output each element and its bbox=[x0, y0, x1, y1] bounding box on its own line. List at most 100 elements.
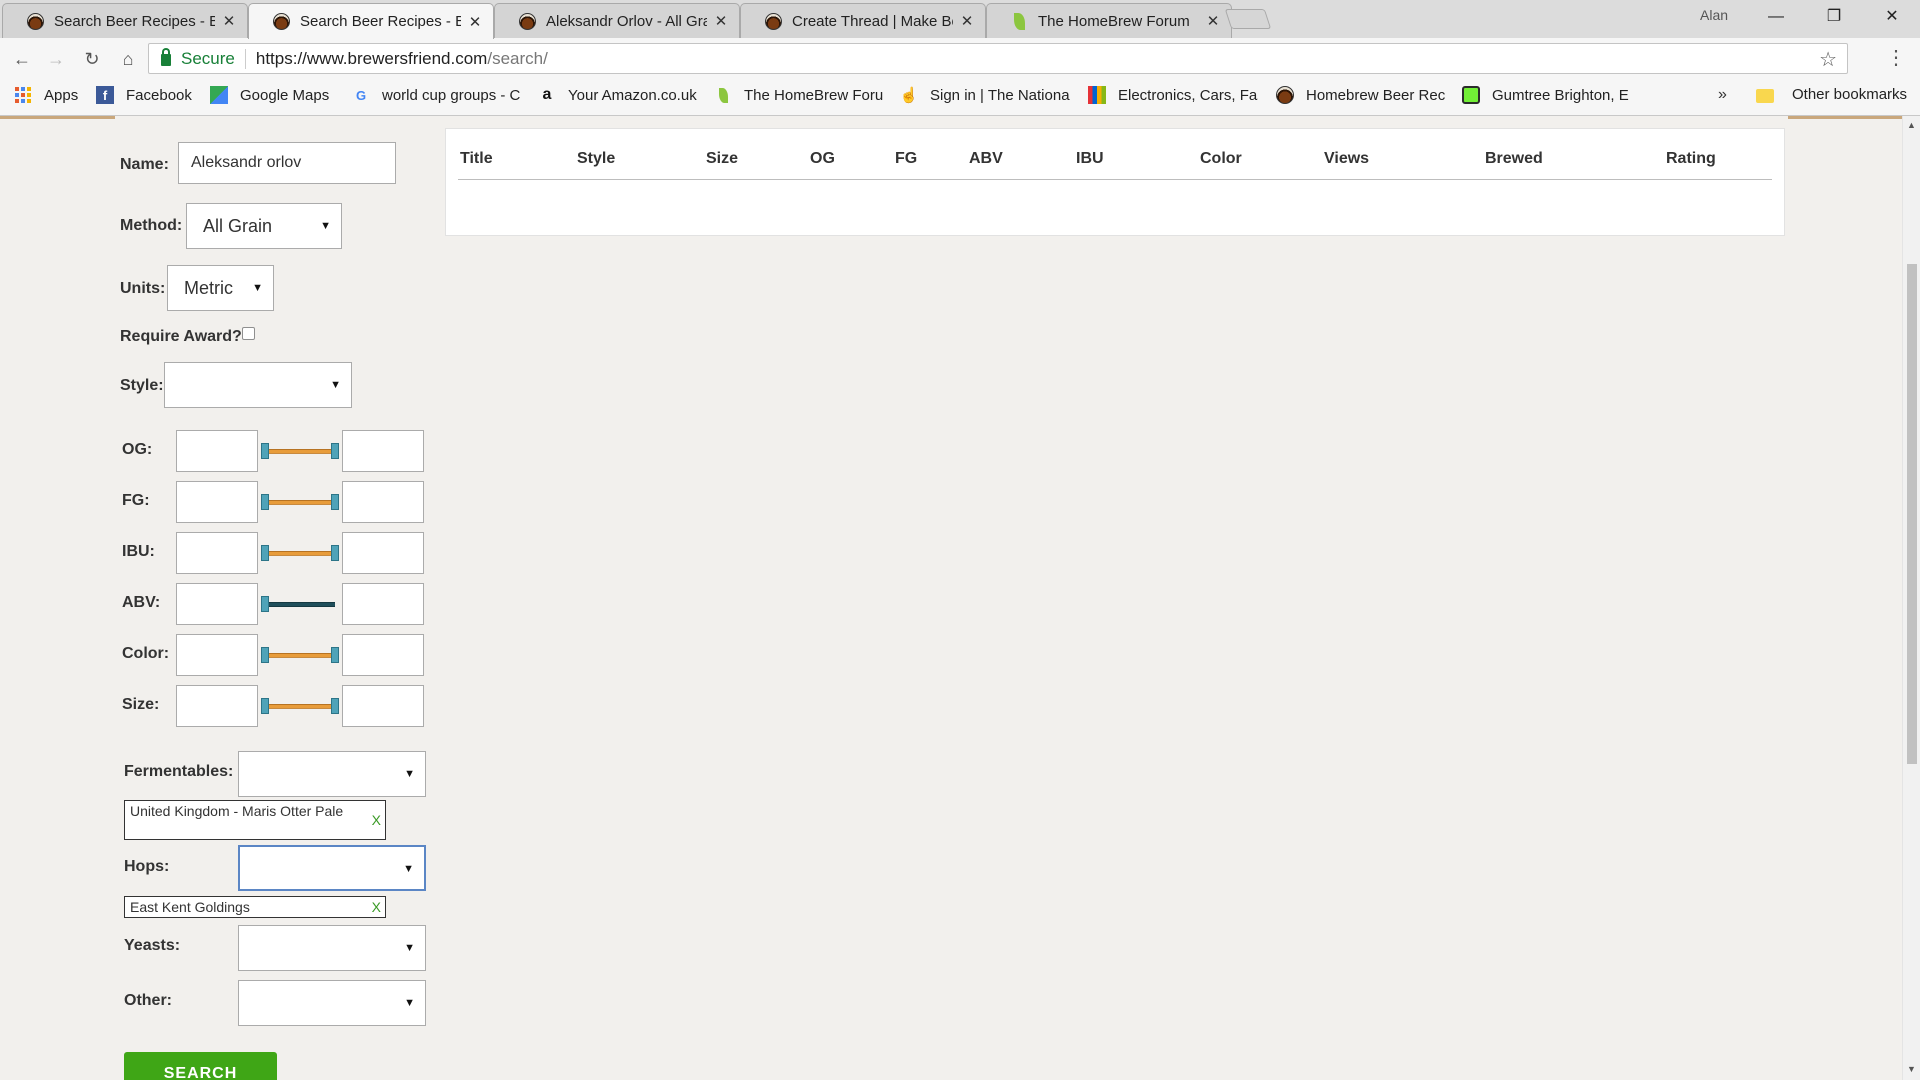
bookmark-label: The HomeBrew Foru bbox=[744, 86, 884, 104]
slider-min-handle[interactable] bbox=[261, 545, 269, 561]
ibu-slider[interactable] bbox=[261, 545, 339, 561]
back-icon[interactable]: ← bbox=[8, 45, 36, 73]
url-host: https://www.brewersfriend.com bbox=[255, 48, 488, 68]
units-select[interactable]: Metric ▼ bbox=[167, 265, 274, 311]
ibu-min-input[interactable] bbox=[176, 532, 258, 574]
results-table: Title Style Size OG FG ABV IBU Color Vie… bbox=[445, 128, 1785, 236]
og-max-input[interactable] bbox=[342, 430, 424, 472]
column-header-views[interactable]: Views bbox=[1324, 150, 1369, 168]
close-window-icon[interactable]: ✕ bbox=[1864, 0, 1920, 34]
new-tab-button[interactable] bbox=[1224, 9, 1272, 29]
tab-close-icon[interactable]: ✕ bbox=[467, 13, 483, 31]
profile-name[interactable]: Alan bbox=[1700, 7, 1728, 23]
slider-max-handle[interactable] bbox=[331, 545, 339, 561]
column-header-style[interactable]: Style bbox=[577, 150, 615, 168]
url-path: /search/ bbox=[487, 48, 548, 68]
fg-min-input[interactable] bbox=[176, 481, 258, 523]
slider-min-handle[interactable] bbox=[261, 494, 269, 510]
tab-homebrew-forum[interactable]: The HomeBrew Forum ✕ bbox=[986, 3, 1232, 38]
column-header-size[interactable]: Size bbox=[706, 150, 738, 168]
size-min-input[interactable] bbox=[176, 685, 258, 727]
home-icon[interactable]: ⌂ bbox=[114, 45, 142, 73]
tab-create-thread[interactable]: Create Thread | Make Bee ✕ bbox=[740, 3, 986, 38]
color-slider[interactable] bbox=[261, 647, 339, 663]
fg-slider[interactable] bbox=[261, 494, 339, 510]
slider-track bbox=[265, 500, 335, 505]
abv-max-input[interactable] bbox=[342, 583, 424, 625]
slider-max-handle[interactable] bbox=[331, 443, 339, 459]
column-header-og[interactable]: OG bbox=[810, 150, 835, 168]
color-max-input[interactable] bbox=[342, 634, 424, 676]
tab-search-beer-recipes-1[interactable]: Search Beer Recipes - Bre ✕ bbox=[2, 3, 248, 38]
method-select[interactable]: All Grain ▼ bbox=[186, 203, 342, 249]
tab-close-icon[interactable]: ✕ bbox=[959, 12, 975, 30]
remove-fermentable-icon[interactable]: X bbox=[372, 813, 381, 828]
bookmark-other[interactable]: Other bookmarks bbox=[1756, 86, 1907, 103]
require-award-label: Require Award? bbox=[120, 328, 242, 345]
bookmark-label: Google Maps bbox=[240, 86, 330, 104]
scroll-up-icon[interactable]: ▲ bbox=[1907, 120, 1916, 130]
reload-icon[interactable]: ↻ bbox=[78, 45, 106, 73]
bookmark-homebrew-beer-recipes[interactable]: Homebrew Beer Rec bbox=[1276, 86, 1446, 104]
bookmark-ebay[interactable]: Electronics, Cars, Fas bbox=[1088, 86, 1258, 104]
bookmark-gumtree[interactable]: Gumtree Brighton, E bbox=[1462, 86, 1632, 104]
slider-max-handle[interactable] bbox=[331, 647, 339, 663]
bookmarks-overflow-icon[interactable]: » bbox=[1718, 86, 1727, 104]
size-max-input[interactable] bbox=[342, 685, 424, 727]
tab-close-icon[interactable]: ✕ bbox=[221, 12, 237, 30]
og-min-input[interactable] bbox=[176, 430, 258, 472]
column-header-abv[interactable]: ABV bbox=[969, 150, 1003, 168]
style-select[interactable]: ▼ bbox=[164, 362, 352, 408]
tab-close-icon[interactable]: ✕ bbox=[713, 12, 729, 30]
fg-label: FG: bbox=[122, 492, 150, 509]
bookmark-star-icon[interactable]: ☆ bbox=[1819, 47, 1837, 72]
yeasts-select[interactable]: ▼ bbox=[238, 925, 426, 971]
column-header-ibu[interactable]: IBU bbox=[1076, 150, 1104, 168]
column-header-rating[interactable]: Rating bbox=[1666, 150, 1716, 168]
slider-min-handle[interactable] bbox=[261, 443, 269, 459]
search-button[interactable]: SEARCH bbox=[124, 1052, 277, 1080]
bookmark-homebrew-forum[interactable]: The HomeBrew Foru bbox=[714, 86, 884, 104]
abv-min-input[interactable] bbox=[176, 583, 258, 625]
column-header-brewed[interactable]: Brewed bbox=[1485, 150, 1543, 168]
remove-hop-icon[interactable]: X bbox=[372, 900, 381, 915]
minimize-icon[interactable]: — bbox=[1748, 0, 1804, 34]
slider-min-handle[interactable] bbox=[261, 596, 269, 612]
bookmark-national[interactable]: ☝ Sign in | The Nationa bbox=[900, 86, 1074, 105]
fermentables-select[interactable]: ▼ bbox=[238, 751, 426, 797]
slider-max-handle[interactable] bbox=[331, 494, 339, 510]
hops-select[interactable]: ▼ bbox=[238, 845, 426, 891]
page-scrollbar[interactable]: ▲ ▼ bbox=[1902, 116, 1920, 1080]
bookmark-apps[interactable]: Apps bbox=[14, 86, 78, 104]
bookmark-world-cup-groups[interactable]: G world cup groups - C bbox=[352, 86, 522, 104]
slider-min-handle[interactable] bbox=[261, 647, 269, 663]
name-input[interactable]: Aleksandr orlov bbox=[178, 142, 396, 184]
color-min-input[interactable] bbox=[176, 634, 258, 676]
bookmark-google-maps[interactable]: Google Maps bbox=[210, 86, 340, 104]
slider-max-handle[interactable] bbox=[331, 698, 339, 714]
column-header-title[interactable]: Title bbox=[460, 150, 493, 168]
forward-icon[interactable]: → bbox=[42, 45, 70, 73]
scroll-down-icon[interactable]: ▼ bbox=[1907, 1064, 1916, 1074]
address-bar[interactable]: Secure https://www.brewersfriend.com /se… bbox=[148, 43, 1848, 74]
bookmark-facebook[interactable]: f Facebook bbox=[96, 86, 206, 104]
maximize-icon[interactable]: ❐ bbox=[1806, 0, 1862, 34]
tab-close-icon[interactable]: ✕ bbox=[1205, 12, 1221, 30]
require-award-checkbox[interactable] bbox=[242, 327, 255, 340]
column-header-color[interactable]: Color bbox=[1200, 150, 1242, 168]
google-maps-icon bbox=[210, 86, 228, 104]
slider-min-handle[interactable] bbox=[261, 698, 269, 714]
abv-slider[interactable] bbox=[261, 596, 339, 612]
og-slider[interactable] bbox=[261, 443, 339, 459]
fg-max-input[interactable] bbox=[342, 481, 424, 523]
menu-icon[interactable]: ⋮ bbox=[1886, 45, 1906, 70]
slider-track bbox=[265, 449, 335, 454]
size-slider[interactable] bbox=[261, 698, 339, 714]
other-select[interactable]: ▼ bbox=[238, 980, 426, 1026]
ibu-max-input[interactable] bbox=[342, 532, 424, 574]
tab-search-beer-recipes-2[interactable]: Search Beer Recipes - Bre ✕ bbox=[248, 3, 494, 39]
scrollbar-thumb[interactable] bbox=[1907, 264, 1917, 764]
column-header-fg[interactable]: FG bbox=[895, 150, 917, 168]
tab-aleksandr-orlov[interactable]: Aleksandr Orlov - All Grai ✕ bbox=[494, 3, 740, 38]
bookmark-amazon[interactable]: a Your Amazon.co.uk bbox=[538, 86, 698, 104]
